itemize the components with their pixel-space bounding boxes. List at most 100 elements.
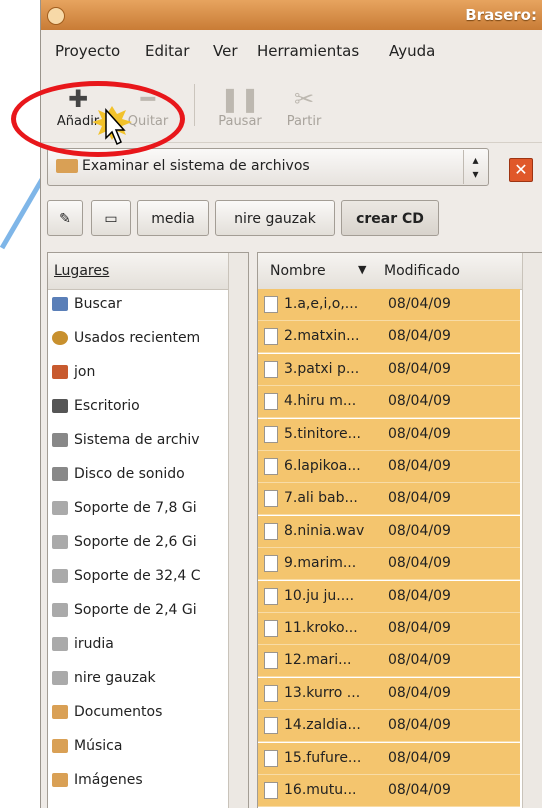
sidebar-item[interactable]: Soporte de 32,4 C [48,561,248,593]
file-row[interactable]: 4.hiru m... 08/04/09 [258,386,520,419]
file-row[interactable]: 12.mari... 08/04/09 [258,645,520,678]
file-row[interactable]: 10.ju ju.... 08/04/09 [258,580,520,613]
file-list: Nombre ▼ Modificado 1.a,e,i,o,... 08/04/0… [257,252,542,808]
file-icon [264,458,278,475]
column-modified[interactable]: Modificado [384,263,460,279]
drive-icon [52,603,68,617]
file-modified: 08/04/09 [388,328,451,345]
menu-proyecto[interactable]: Proyecto [55,42,120,60]
sidebar-item-label: jon [74,364,96,380]
file-row[interactable]: 15.fufure... 08/04/09 [258,742,520,775]
path-root-button[interactable]: ▭ [91,200,131,236]
menu-editar[interactable]: Editar [145,42,189,60]
menu-ver[interactable]: Ver [213,42,238,60]
home-icon [52,365,68,379]
path-media-button[interactable]: media [137,200,209,236]
sidebar-item[interactable]: Soporte de 2,6 Gi [48,527,248,559]
file-name: 1.a,e,i,o,... [284,296,359,312]
desktop-icon [52,399,68,413]
sidebar-item[interactable]: jon [48,357,248,389]
menu-herramientas[interactable]: Herramientas [257,42,359,60]
file-name: 13.kurro ... [284,684,361,701]
app-icon [47,7,65,25]
sidebar-item[interactable]: Soporte de 2,4 Gi [48,595,248,627]
file-row[interactable]: 7.ali bab... 08/04/09 [258,483,520,516]
scissors-icon: ✂ [293,85,315,113]
drive-icon [52,569,68,583]
sidebar-item[interactable]: Documentos [48,697,248,729]
file-name: 15.fufure... [284,749,362,766]
sidebar-item[interactable]: Soporte de 7,8 Gi [48,493,248,525]
edit-icon: ✎ [59,211,71,227]
sidebar-item[interactable]: Buscar [48,289,248,321]
sidebar-scrollbar[interactable] [228,253,248,808]
sidebar-item-label: Documentos [74,704,163,720]
pause-button[interactable]: ❚❚ Pausar [205,84,275,136]
sidebar-item-label: Disco de sonido [74,466,185,482]
file-icon [264,684,278,702]
file-modified: 08/04/09 [388,652,451,669]
file-name: 5.tinitore... [284,425,361,442]
sidebar-item[interactable]: Disco de sonido [48,459,248,491]
file-row[interactable]: 9.marim... 08/04/09 [258,548,520,581]
file-name: 10.ju ju.... [284,587,355,604]
window-title: Brasero: [465,6,537,24]
file-name: 12.mari... [284,652,352,669]
file-icon [264,782,278,799]
drive-icon [52,501,68,515]
file-row[interactable]: 5.tinitore... 08/04/09 [258,418,520,451]
file-list-scrollbar[interactable] [522,253,542,808]
sidebar-item[interactable]: irudia [48,629,248,661]
filesystem-icon [52,433,68,447]
split-button[interactable]: ✂ Partir [269,84,339,136]
file-row[interactable]: 3.patxi p... 08/04/09 [258,353,520,386]
file-row[interactable]: 8.ninia.wav 08/04/09 [258,515,520,548]
sidebar-item[interactable]: Usados recientem [48,323,248,355]
file-row[interactable]: 1.a,e,i,o,... 08/04/09 [258,289,520,321]
file-modified: 08/04/09 [388,782,451,798]
file-modified: 08/04/09 [388,749,451,766]
title-bar[interactable]: Brasero: [41,0,542,30]
file-icon [264,490,278,508]
file-icon [264,328,278,346]
file-modified: 08/04/09 [388,296,451,312]
sidebar-item[interactable]: Escritorio [48,391,248,423]
file-row[interactable]: 14.zaldia... 08/04/09 [258,710,520,743]
sidebar-item-label: nire gauzak [74,670,156,686]
sidebar-item-label: Soporte de 32,4 C [74,568,201,584]
file-modified: 08/04/09 [388,490,451,507]
menu-ayuda[interactable]: Ayuda [389,42,435,60]
file-row[interactable]: 2.matxin... 08/04/09 [258,321,520,354]
file-modified: 08/04/09 [388,458,451,474]
file-row[interactable]: 6.lapikoa... 08/04/09 [258,451,520,483]
file-icon [264,522,278,540]
file-list-header: Nombre ▼ Modificado [258,253,542,290]
file-row[interactable]: 11.kroko... 08/04/09 [258,613,520,645]
pause-icon: ❚❚ [219,85,261,113]
file-modified: 08/04/09 [388,684,451,701]
sidebar-header[interactable]: Lugares [48,253,248,290]
file-row[interactable]: 13.kurro ... 08/04/09 [258,677,520,710]
path-crear-cd-button[interactable]: crear CD [341,200,439,236]
folder-icon [52,773,68,787]
file-row[interactable]: 16.mutu... 08/04/09 [258,775,520,807]
path-nire-gauzak-button[interactable]: nire gauzak [215,200,335,236]
file-modified: 08/04/09 [388,360,451,377]
column-name[interactable]: Nombre [270,263,326,279]
sidebar-item[interactable]: nire gauzak [48,663,248,695]
edit-path-button[interactable]: ✎ [47,200,83,236]
file-icon [264,360,278,378]
cursor-icon [92,106,132,146]
sidebar-item-label: Imágenes [74,772,143,788]
file-modified: 08/04/09 [388,555,451,572]
sidebar-item[interactable]: Sistema de archiv [48,425,248,457]
file-name: 2.matxin... [284,328,360,345]
sidebar-item[interactable]: Imágenes [48,765,248,797]
sidebar-item[interactable]: Música [48,731,248,763]
file-icon [264,587,278,605]
close-browser-button[interactable]: ✕ [509,158,533,182]
file-icon [264,296,278,313]
file-icon [264,620,278,637]
file-name: 7.ali bab... [284,490,358,507]
combo-arrows-icon: ▴ ▾ [463,150,487,184]
